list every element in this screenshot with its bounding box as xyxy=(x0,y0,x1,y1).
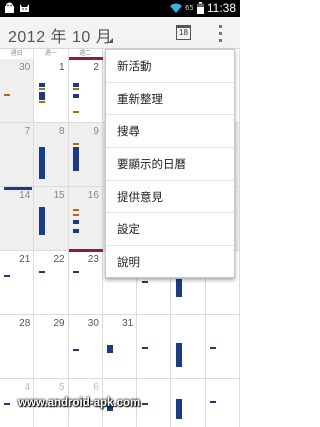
weekday-header: 週一 xyxy=(34,49,69,59)
day-cell[interactable]: 30 xyxy=(68,315,103,379)
day-cell[interactable]: 23 xyxy=(68,251,103,315)
event-bar xyxy=(73,143,79,145)
overflow-menu: 新活動 重新整理 搜尋 要顯示的日曆 提供意見 設定 說明 xyxy=(105,49,235,278)
event-bar xyxy=(39,101,45,103)
event-bar xyxy=(4,275,10,277)
day-number: 23 xyxy=(87,254,99,265)
day-number: 15 xyxy=(53,190,65,201)
event-bar xyxy=(39,88,45,90)
event-bar xyxy=(39,207,45,235)
event-bar xyxy=(73,349,79,351)
day-number: 16 xyxy=(87,190,99,201)
event-bar xyxy=(69,249,103,252)
status-bar: 65 11:38 xyxy=(0,0,240,17)
event-bar xyxy=(39,271,45,273)
event-bar xyxy=(176,343,182,367)
month-title-dropdown[interactable]: 2012 年 10 月 xyxy=(8,23,112,47)
day-cell[interactable]: 2 xyxy=(68,59,103,123)
menu-item-refresh[interactable]: 重新整理 xyxy=(106,83,234,116)
day-cell[interactable]: 28 xyxy=(0,315,35,379)
day-number: 22 xyxy=(53,254,65,265)
day-number: 4 xyxy=(24,382,31,393)
menu-item-send-feedback[interactable]: 提供意見 xyxy=(106,181,234,214)
action-bar: 2012 年 10 月 18 xyxy=(0,17,240,49)
event-bar xyxy=(4,187,32,190)
day-cell[interactable]: 14 xyxy=(0,187,35,251)
day-number: 7 xyxy=(24,126,31,137)
event-bar xyxy=(69,57,103,60)
event-bar xyxy=(73,229,79,233)
event-bar xyxy=(73,147,79,171)
event-bar xyxy=(210,401,216,403)
event-bar xyxy=(73,83,79,87)
event-bar xyxy=(39,92,45,100)
menu-item-new-event[interactable]: 新活動 xyxy=(106,50,234,83)
overflow-menu-icon[interactable] xyxy=(215,25,225,42)
clock-time: 11:38 xyxy=(206,1,236,15)
android-debug-icon xyxy=(5,2,14,13)
day-cell[interactable]: 16 xyxy=(68,187,103,251)
weekday-header: 週日 xyxy=(0,49,35,59)
event-bar xyxy=(142,347,148,349)
cat-face-icon xyxy=(20,4,29,12)
event-bar xyxy=(73,220,79,224)
event-bar xyxy=(73,94,79,98)
event-bar xyxy=(73,214,79,216)
dropdown-arrow-icon xyxy=(108,38,113,43)
event-bar xyxy=(73,88,79,90)
day-cell[interactable]: 7 xyxy=(0,123,35,187)
day-number: 1 xyxy=(59,62,65,73)
day-cell[interactable]: 1 xyxy=(34,59,69,123)
event-bar xyxy=(176,279,182,297)
event-bar xyxy=(4,403,10,405)
day-number: 21 xyxy=(19,254,31,265)
day-cell[interactable]: 30 xyxy=(0,59,35,123)
day-cell[interactable]: 22 xyxy=(34,251,69,315)
today-calendar-icon[interactable]: 18 xyxy=(176,25,191,40)
event-bar xyxy=(142,281,148,283)
day-cell[interactable]: 29 xyxy=(34,315,69,379)
event-bar xyxy=(73,271,79,273)
watermark-text: www.android-apk.com xyxy=(18,397,141,409)
day-number: 6 xyxy=(93,382,99,393)
day-number: 28 xyxy=(19,318,31,329)
event-bar xyxy=(4,94,10,96)
day-cell[interactable] xyxy=(206,379,241,427)
event-bar xyxy=(39,83,45,87)
day-number: 2 xyxy=(93,62,99,73)
wifi-icon xyxy=(169,3,182,13)
battery-level: 65 xyxy=(184,4,194,12)
event-bar xyxy=(142,403,148,405)
event-bar xyxy=(210,347,216,349)
day-number: 30 xyxy=(87,318,99,329)
event-bar xyxy=(176,399,182,419)
event-bar xyxy=(73,111,79,113)
day-number: 30 xyxy=(19,62,31,73)
event-bar xyxy=(39,147,45,179)
menu-item-help[interactable]: 說明 xyxy=(106,246,234,279)
event-bar xyxy=(73,209,79,211)
day-number: 14 xyxy=(19,190,31,201)
day-cell[interactable]: 21 xyxy=(0,251,35,315)
day-number: 29 xyxy=(53,318,65,329)
battery-icon xyxy=(196,2,204,14)
menu-item-search[interactable]: 搜尋 xyxy=(106,115,234,149)
day-number: 31 xyxy=(122,318,134,329)
day-number: 8 xyxy=(59,126,65,137)
event-bar xyxy=(107,345,113,353)
day-number: 9 xyxy=(93,126,99,137)
menu-item-settings[interactable]: 設定 xyxy=(106,213,234,247)
menu-item-calendars-to-display[interactable]: 要顯示的日曆 xyxy=(106,148,234,181)
day-number: 5 xyxy=(59,382,65,393)
